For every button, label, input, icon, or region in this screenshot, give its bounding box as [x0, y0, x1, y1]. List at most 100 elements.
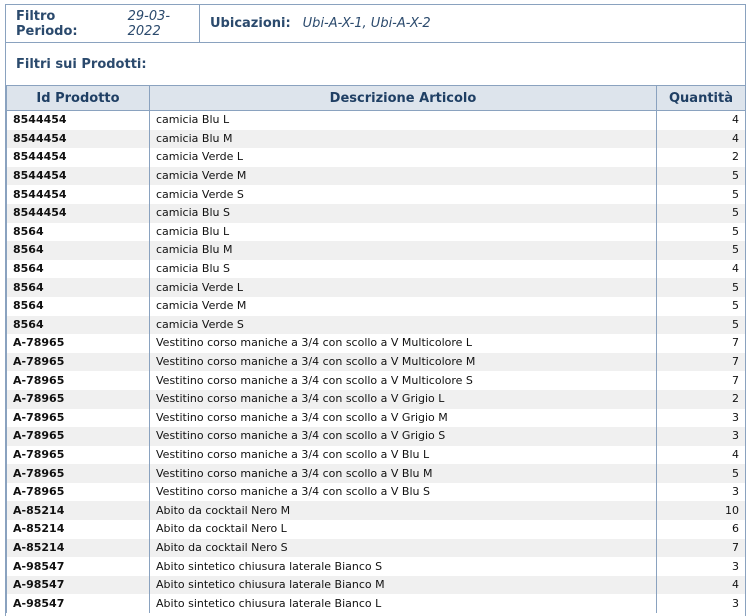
cell-descrizione: camicia Blu M: [149, 129, 657, 149]
table-row[interactable]: 8544454 camicia Verde S5: [6, 185, 746, 204]
cell-quantita: 7: [656, 538, 746, 558]
cell-descrizione: camicia Verde S: [149, 185, 657, 204]
cell-quantita: 5: [656, 464, 746, 483]
inventory-table: Id Prodotto Descrizione Articolo Quantit…: [6, 85, 746, 614]
table-body: 8544454 camicia Blu L 4 8544454 camicia Blu …: [6, 110, 746, 614]
table-row[interactable]: A-78965 Vestitino corso maniche a 3/4 con…: [6, 334, 746, 353]
cell-id-prodotto: 8564: [6, 222, 150, 242]
cell-descrizione: camicia Blu L: [149, 110, 657, 130]
table-row[interactable]: 8564 camicia Verde L5: [6, 278, 746, 297]
table-row[interactable]: 8544454 camicia Verde L2: [6, 148, 746, 167]
cell-quantita: 5: [656, 166, 746, 186]
table-row[interactable]: A-78965 Vestitino corso maniche a 3/4 con…: [6, 389, 746, 409]
cell-descrizione: camicia Blu M: [149, 241, 657, 260]
cell-descrizione: camicia Verde M: [149, 166, 657, 186]
cell-descrizione: Vestitino corso maniche a 3/4 con scollo…: [149, 445, 657, 465]
cell-quantita: 5: [656, 315, 746, 335]
table-row[interactable]: A-85214 Abito da cocktail Nero S7: [6, 538, 746, 558]
cell-id-prodotto: 8544454: [6, 185, 150, 204]
table-row[interactable]: A-78965 Vestitino corso maniche a 3/4 con…: [6, 371, 746, 390]
cell-descrizione: Vestitino corso maniche a 3/4 con scollo…: [149, 371, 657, 390]
cell-id-prodotto: A-78965: [6, 464, 150, 483]
table-row[interactable]: A-98547 Abito sintetico chiusura laterale…: [6, 557, 746, 576]
cell-quantita: 3: [656, 557, 746, 576]
cell-id-prodotto: A-78965: [6, 352, 150, 372]
cell-id-prodotto: A-78965: [6, 427, 150, 446]
period-label: Filtro Periodo:: [16, 8, 78, 39]
table-row[interactable]: A-78965 Vestitino corso maniche a 3/4 con…: [6, 445, 746, 465]
cell-id-prodotto: 8544454: [6, 129, 150, 149]
table-row[interactable]: 8544454 camicia Verde M5: [6, 166, 746, 186]
report-frame: Filtro Periodo: 29-03-2022 Ubicazioni: U…: [5, 4, 746, 616]
table-row[interactable]: 8564 camicia Blu L5: [6, 222, 746, 242]
table-row[interactable]: 8564 camicia Blu S4: [6, 259, 746, 279]
table-row[interactable]: A-78965 Vestitino corso maniche a 3/4 con…: [6, 427, 746, 446]
cell-quantita: 3: [656, 408, 746, 428]
cell-quantita: 10: [656, 501, 746, 521]
cell-descrizione: Vestitino corso maniche a 3/4 con scollo…: [149, 427, 657, 446]
cell-descrizione: camicia Verde M: [149, 296, 657, 316]
cell-id-prodotto: A-78965: [6, 371, 150, 390]
period-filter: Filtro Periodo: 29-03-2022: [6, 5, 200, 42]
cell-quantita: 5: [656, 296, 746, 316]
locations-value: Ubi-A-X-1, Ubi-A-X-2: [302, 16, 431, 31]
cell-id-prodotto: 8564: [6, 259, 150, 279]
table-row[interactable]: 8564 camicia Blu M5: [6, 241, 746, 260]
product-filter-label: Filtri sui Prodotti:: [16, 56, 147, 72]
table-row[interactable]: 8544454 camicia Blu S5: [6, 203, 746, 223]
cell-quantita: 2: [656, 148, 746, 167]
cell-id-prodotto: 8564: [6, 315, 150, 335]
cell-quantita: 5: [656, 222, 746, 242]
cell-quantita: 3: [656, 427, 746, 446]
header-id-prodotto[interactable]: Id Prodotto: [6, 85, 150, 111]
cell-quantita: 3: [656, 482, 746, 502]
table-header-row: Id Prodotto Descrizione Articolo Quantit…: [6, 85, 746, 111]
cell-quantita: 5: [656, 185, 746, 204]
locations-label: Ubicazioni:: [210, 16, 291, 31]
table-row[interactable]: 8564 camicia Verde S5: [6, 315, 746, 335]
cell-quantita: 4: [656, 129, 746, 149]
table-row[interactable]: A-98547 Abito sintetico chiusura laterale…: [6, 594, 746, 614]
cell-descrizione: camicia Blu L: [149, 222, 657, 242]
table-row[interactable]: 8544454 camicia Blu L4: [6, 110, 746, 130]
table-row[interactable]: A-98547 Abito sintetico chiusura laterale…: [6, 575, 746, 595]
table-row[interactable]: A-78965 Vestitino corso maniche a 3/4 con…: [6, 482, 746, 502]
cell-descrizione: camicia Verde L: [149, 278, 657, 297]
cell-descrizione: Abito da cocktail Nero S: [149, 538, 657, 558]
table-row[interactable]: A-78965 Vestitino corso maniche a 3/4 con…: [6, 408, 746, 428]
cell-id-prodotto: A-85214: [6, 538, 150, 558]
cell-descrizione: Vestitino corso maniche a 3/4 con scollo…: [149, 464, 657, 483]
filter-bar: Filtro Periodo: 29-03-2022 Ubicazioni: U…: [6, 5, 745, 43]
cell-quantita: 2: [656, 389, 746, 409]
table-row[interactable]: 8544454 camicia Blu M4: [6, 129, 746, 149]
cell-id-prodotto: A-98547: [6, 557, 150, 576]
cell-descrizione: Abito sintetico chiusura laterale Bianco…: [149, 575, 657, 595]
cell-quantita: 7: [656, 371, 746, 390]
cell-quantita: 5: [656, 203, 746, 223]
cell-id-prodotto: A-78965: [6, 408, 150, 428]
cell-id-prodotto: A-98547: [6, 575, 150, 595]
cell-descrizione: Abito da cocktail Nero L: [149, 520, 657, 539]
cell-id-prodotto: A-78965: [6, 445, 150, 465]
cell-id-prodotto: A-78965: [6, 334, 150, 353]
table-row[interactable]: A-85214 Abito da cocktail Nero L6: [6, 520, 746, 539]
header-descrizione-articolo[interactable]: Descrizione Articolo: [149, 85, 657, 111]
table-row[interactable]: A-78965 Vestitino corso maniche a 3/4 con…: [6, 352, 746, 372]
period-value: 29-03-2022: [127, 8, 171, 39]
cell-id-prodotto: 8564: [6, 278, 150, 297]
cell-id-prodotto: A-78965: [6, 389, 150, 409]
cell-quantita: 4: [656, 259, 746, 279]
cell-id-prodotto: A-85214: [6, 520, 150, 539]
cell-quantita: 7: [656, 352, 746, 372]
cell-descrizione: camicia Blu S: [149, 259, 657, 279]
cell-id-prodotto: 8544454: [6, 110, 150, 130]
table-row[interactable]: 8564 camicia Verde M5: [6, 296, 746, 316]
cell-descrizione: camicia Verde L: [149, 148, 657, 167]
cell-id-prodotto: 8544454: [6, 203, 150, 223]
header-quantita[interactable]: Quantità: [656, 85, 746, 111]
table-row[interactable]: A-85214 Abito da cocktail Nero M 10: [6, 501, 746, 521]
cell-id-prodotto: A-98547: [6, 594, 150, 614]
cell-id-prodotto: 8544454: [6, 166, 150, 186]
table-row[interactable]: A-78965 Vestitino corso maniche a 3/4 con…: [6, 464, 746, 483]
cell-id-prodotto: 8544454: [6, 148, 150, 167]
